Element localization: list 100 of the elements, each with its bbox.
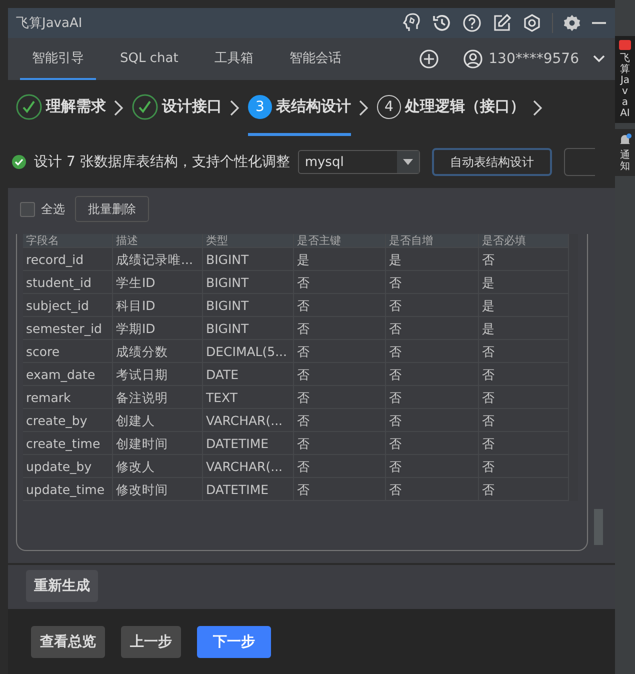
side-tab[interactable]: 通知 [615,129,635,176]
table-cell: 否 [479,455,569,478]
step-number: 3 [248,94,272,118]
table-cell: 否 [294,363,386,386]
table-cell: 否 [294,317,386,340]
batch-delete-button[interactable]: 批量删除 [75,196,149,222]
footer-button[interactable]: 查看总览 [31,626,105,658]
table-cell: 否 [386,455,479,478]
table-cell: 否 [479,248,569,271]
table-cell: 否 [479,409,569,432]
tab[interactable]: SQL chat [108,38,190,80]
table-cell: 否 [479,432,569,455]
table-cell: 否 [386,271,479,294]
auto-design-button[interactable]: 自动表结构设计 [432,148,552,176]
table-cell: DATETIME [203,432,294,455]
table-cell: 否 [386,363,479,386]
dropdown-icon [402,159,413,165]
table-cell: 否 [386,478,479,501]
column-header: 是否必填 [479,234,569,248]
table-cell: student_id [23,271,113,294]
bell-icon [618,133,632,147]
regenerate-button[interactable]: 重新生成 [26,570,98,602]
table-cell: DATE [203,363,294,386]
table-cell: score [23,340,113,363]
table-cell: 否 [479,340,569,363]
table-cell: VARCHAR(... [203,455,294,478]
table-cell: BIGINT [203,294,294,317]
table-cell: 学期ID [113,317,203,340]
table-cell: 否 [294,386,386,409]
table-cell: update_by [23,455,113,478]
table-cell: 备注说明 [113,386,203,409]
table-cell: 是 [294,248,386,271]
table-cell: 否 [386,294,479,317]
column-header: 是否自增 [386,234,479,248]
table-cell: DECIMAL(5... [203,340,294,363]
tab[interactable]: 智能会话 [277,38,354,80]
table-cell: VARCHAR(... [203,409,294,432]
brain-icon[interactable] [402,13,422,33]
table-cell: 否 [479,478,569,501]
table-cell: 否 [294,478,386,501]
table-cell: 成绩分数 [113,340,203,363]
add-icon[interactable] [418,49,439,69]
table-cell: 是 [479,271,569,294]
chevron-right-icon [228,98,242,118]
table-cell: 否 [294,294,386,317]
table-cell: 否 [294,340,386,363]
footer-button[interactable]: 上一步 [121,626,181,658]
table-cell: remark [23,386,113,409]
table-cell: BIGINT [203,248,294,271]
tab[interactable]: 工具箱 [202,38,266,80]
table-cell: 成绩记录唯... [113,248,203,271]
column-header: 描述 [113,234,203,248]
table-cell: 否 [479,363,569,386]
chevron-right-icon [112,98,126,118]
table-cell: 创建时间 [113,432,203,455]
database-select[interactable]: mysql [298,150,420,174]
column-header: 是否主键 [294,234,386,248]
side-tab[interactable]: 飞算JavaAI [615,36,635,123]
step[interactable]: 理解需求 [16,80,106,136]
table-cell: update_time [23,478,113,501]
table-cell: 否 [294,432,386,455]
window-title: 飞算JavaAI [16,15,82,32]
table-cell: 否 [386,340,479,363]
table-cell: 考试日期 [113,363,203,386]
checkbox[interactable] [20,202,35,216]
chevron-right-icon [531,98,545,118]
table-cell: 否 [386,432,479,455]
step[interactable]: 设计接口 [132,80,222,136]
select-all-label: 全选 [41,200,65,218]
help-icon[interactable] [462,13,482,33]
table-cell: subject_id [23,294,113,317]
table-cell: semester_id [23,317,113,340]
table-cell: create_by [23,409,113,432]
table-cell: 是 [479,294,569,317]
table-cell: 修改人 [113,455,203,478]
table-cell: 否 [294,455,386,478]
table-cell: 否 [386,409,479,432]
user-icon[interactable] [462,49,483,69]
table-cell: 是 [386,248,479,271]
table-cell: 修改时间 [113,478,203,501]
edit-icon[interactable] [492,13,512,33]
footer-button[interactable]: 下一步 [197,626,271,658]
table-cell: BIGINT [203,271,294,294]
table-cell: create_time [23,432,113,455]
account-phone[interactable]: 130****9576 [488,51,579,67]
hexagon-icon[interactable] [522,13,542,33]
table-cell: 否 [479,386,569,409]
logo-icon [619,40,631,50]
chevron-right-icon [357,98,371,118]
table-cell: 否 [386,386,479,409]
table-cell: 否 [294,271,386,294]
column-header: 字段名 [23,234,113,248]
table-cell: exam_date [23,363,113,386]
table-cell: 创建人 [113,409,203,432]
scrollbar-thumb[interactable] [594,509,603,545]
table-cell: BIGINT [203,317,294,340]
success-icon [12,155,26,169]
step[interactable]: 4 处理逻辑（接口） [377,80,525,136]
settings-icon[interactable] [563,14,581,32]
history-icon[interactable] [432,13,452,33]
